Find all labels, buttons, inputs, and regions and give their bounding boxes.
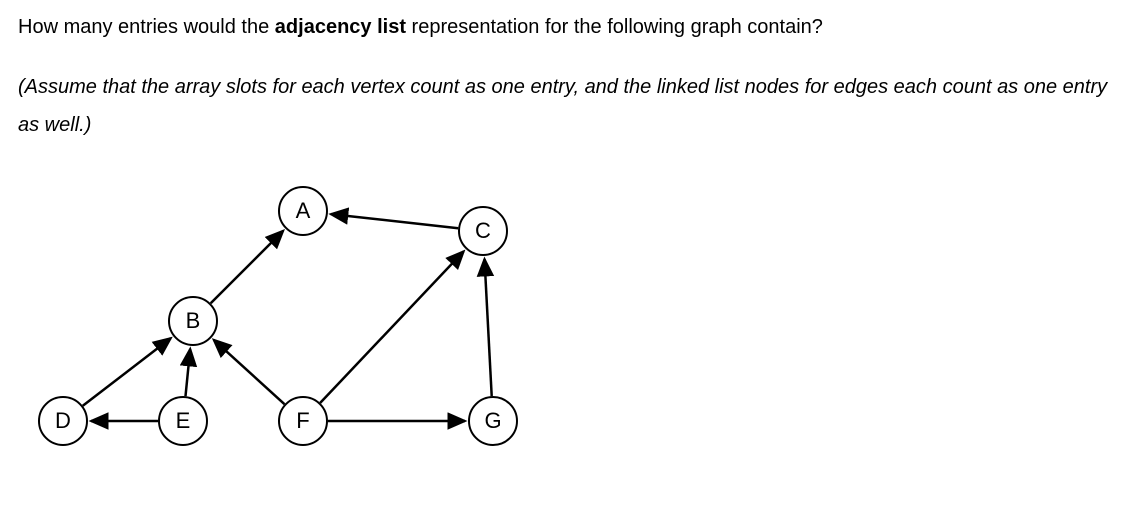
graph-node-b: B <box>168 296 218 346</box>
question-paragraph: How many entries would the adjacency lis… <box>18 12 1110 42</box>
graph-figure: A B C D E F G <box>18 166 618 466</box>
question-pre-text: How many entries would the <box>18 16 275 38</box>
edge-e-b <box>186 349 191 396</box>
graph-node-a: A <box>278 186 328 236</box>
node-label: G <box>484 408 501 434</box>
edge-g-c <box>485 259 492 396</box>
question-post-text: representation for the following graph c… <box>406 16 823 38</box>
node-label: C <box>475 218 491 244</box>
edge-c-a <box>331 214 458 228</box>
graph-node-e: E <box>158 396 208 446</box>
question-bold-term: adjacency list <box>275 16 406 38</box>
node-label: F <box>296 408 309 434</box>
graph-node-c: C <box>458 206 508 256</box>
node-label: E <box>176 408 191 434</box>
document-page: How many entries would the adjacency lis… <box>0 0 1128 466</box>
graph-node-d: D <box>38 396 88 446</box>
edge-b-a <box>211 231 284 303</box>
graph-node-f: F <box>278 396 328 446</box>
edge-f-b <box>214 340 285 404</box>
edge-d-b <box>83 338 171 406</box>
question-hint: (Assume that the array slots for each ve… <box>18 68 1110 144</box>
node-label: B <box>186 308 201 334</box>
edge-f-c <box>320 251 464 403</box>
node-label: D <box>55 408 71 434</box>
node-label: A <box>296 198 311 224</box>
graph-node-g: G <box>468 396 518 446</box>
